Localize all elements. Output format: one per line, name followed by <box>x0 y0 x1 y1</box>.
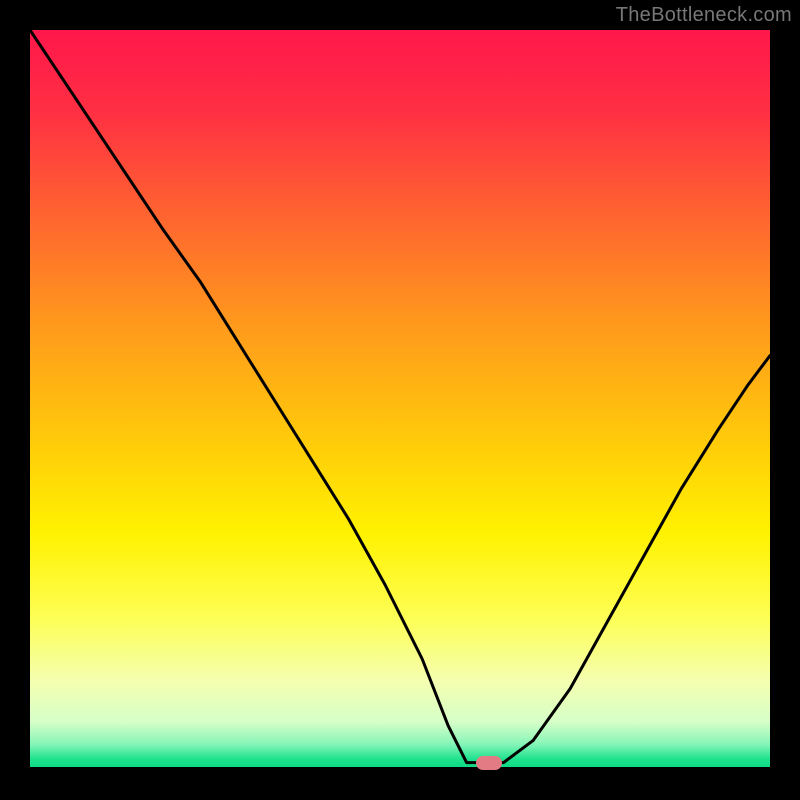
plot-area <box>30 30 770 770</box>
optimal-marker <box>476 756 502 770</box>
bottleneck-curve-line <box>30 30 770 763</box>
bottleneck-chart: TheBottleneck.com <box>0 0 800 800</box>
watermark-text: TheBottleneck.com <box>616 4 792 27</box>
chart-lines <box>30 30 770 770</box>
